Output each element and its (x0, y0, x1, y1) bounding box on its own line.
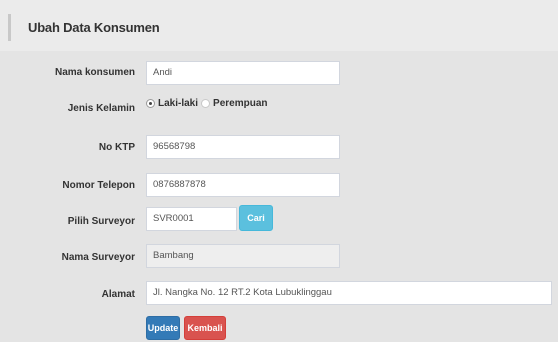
radio-laki-laki-label: Laki-laki (158, 97, 199, 109)
panel-header: Ubah Data Konsumen (0, 0, 558, 51)
no-ktp-input[interactable]: 96568798 (146, 135, 340, 159)
nama-surveyor-label: Nama Surveyor (61, 252, 135, 263)
nomor-telepon-label: Nomor Telepon (62, 180, 135, 191)
jenis-kelamin-radio-group: Laki-laki Perempuan (146, 96, 271, 110)
radio-perempuan-label: Perempuan (213, 97, 268, 109)
nomor-telepon-input[interactable]: 0876887878 (146, 173, 340, 197)
pilih-surveyor-input[interactable]: SVR0001 (146, 207, 237, 231)
alamat-label: Alamat (101, 289, 135, 300)
header-accent-bar (8, 14, 11, 41)
kembali-button[interactable]: Kembali (184, 316, 226, 340)
radio-perempuan[interactable] (201, 98, 211, 108)
radio-laki-laki[interactable] (146, 98, 155, 108)
jenis-kelamin-label: Jenis Kelamin (67, 103, 135, 114)
nama-konsumen-label: Nama konsumen (54, 67, 135, 78)
nama-konsumen-input[interactable]: Andi (146, 61, 340, 85)
nama-surveyor-input: Bambang (146, 244, 340, 268)
pilih-surveyor-label: Pilih Surveyor (67, 216, 135, 227)
update-button[interactable]: Update (146, 316, 180, 340)
alamat-input[interactable]: Jl. Nangka No. 12 RT.2 Kota Lubuklinggau (146, 281, 552, 305)
form-panel: Ubah Data Konsumen Nama konsumen Andi Je… (0, 0, 558, 342)
cari-button[interactable]: Cari (239, 205, 273, 231)
page-title: Ubah Data Konsumen (28, 20, 160, 35)
no-ktp-label: No KTP (98, 142, 135, 153)
